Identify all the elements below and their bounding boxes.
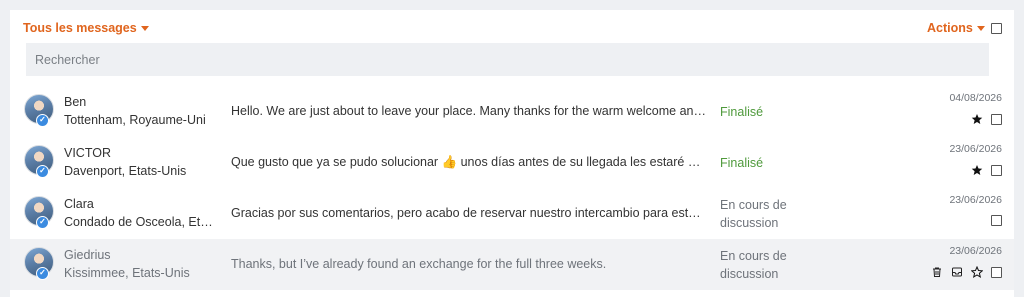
status-label: Finalisé <box>720 156 764 170</box>
row-checkbox[interactable] <box>991 113 1002 125</box>
message-preview: Gracias por sus comentarios, pero acabo … <box>231 206 707 220</box>
message-row[interactable]: ✓ Giedrius Kissimmee, Etats-Unis Thanks,… <box>10 239 1014 290</box>
verified-check-icon: ✓ <box>36 267 49 280</box>
sender-location: Condado de Osceola, Etats-Unis <box>64 215 214 229</box>
sender-name: Ben <box>64 95 87 109</box>
star-outline-icon[interactable] <box>971 266 983 278</box>
message-preview: Que gusto que ya se pudo solucionar 👍 un… <box>231 155 707 169</box>
sender-location: Kissimmee, Etats-Unis <box>64 266 190 280</box>
chevron-down-icon <box>140 26 149 31</box>
status-label: En cours de discussion <box>720 249 787 281</box>
message-preview: Hello. We are just about to leave your p… <box>231 104 707 118</box>
search-input[interactable] <box>26 43 989 76</box>
star-filled-icon[interactable] <box>971 164 983 176</box>
verified-check-icon: ✓ <box>36 114 49 127</box>
star-filled-icon[interactable] <box>971 113 983 125</box>
message-row[interactable]: ✓ Ben Tottenham, Royaume-Uni Hello. We a… <box>10 86 1014 137</box>
verified-check-icon: ✓ <box>36 216 49 229</box>
chevron-down-icon <box>976 26 985 31</box>
sender-name: Giedrius <box>64 248 111 262</box>
message-preview: Thanks, but I’ve already found an exchan… <box>231 257 607 271</box>
message-date: 23/06/2026 <box>949 194 1002 206</box>
messages-toolbar: Tous les messages Actions <box>10 10 1014 44</box>
sender-name: VICTOR <box>64 146 111 160</box>
sender-location: Tottenham, Royaume-Uni <box>64 113 206 127</box>
message-row[interactable]: ✓ VICTOR Davenport, Etats-Unis Que gusto… <box>10 137 1014 188</box>
filter-dropdown[interactable]: Tous les messages <box>23 21 149 35</box>
actions-label: Actions <box>927 21 973 35</box>
verified-check-icon: ✓ <box>36 165 49 178</box>
message-date: 23/06/2026 <box>949 245 1002 257</box>
messages-panel: Tous les messages Actions ✓ Ben Tottenha… <box>10 10 1014 297</box>
row-checkbox[interactable] <box>991 266 1002 278</box>
sender-name: Clara <box>64 197 94 211</box>
actions-dropdown[interactable]: Actions <box>927 21 985 35</box>
message-date: 23/06/2026 <box>949 143 1002 155</box>
message-row[interactable]: ✓ Clara Condado de Osceola, Etats-Unis G… <box>10 188 1014 239</box>
sender-location: Davenport, Etats-Unis <box>64 164 187 178</box>
trash-icon[interactable] <box>931 266 943 278</box>
message-date: 04/08/2026 <box>949 92 1002 104</box>
select-all-checkbox[interactable] <box>991 23 1002 34</box>
status-label: En cours de discussion <box>720 198 787 230</box>
filter-label: Tous les messages <box>23 21 137 35</box>
inbox-icon[interactable] <box>951 266 963 278</box>
row-checkbox[interactable] <box>991 164 1002 176</box>
status-label: Finalisé <box>720 105 764 119</box>
row-checkbox[interactable] <box>991 215 1002 226</box>
